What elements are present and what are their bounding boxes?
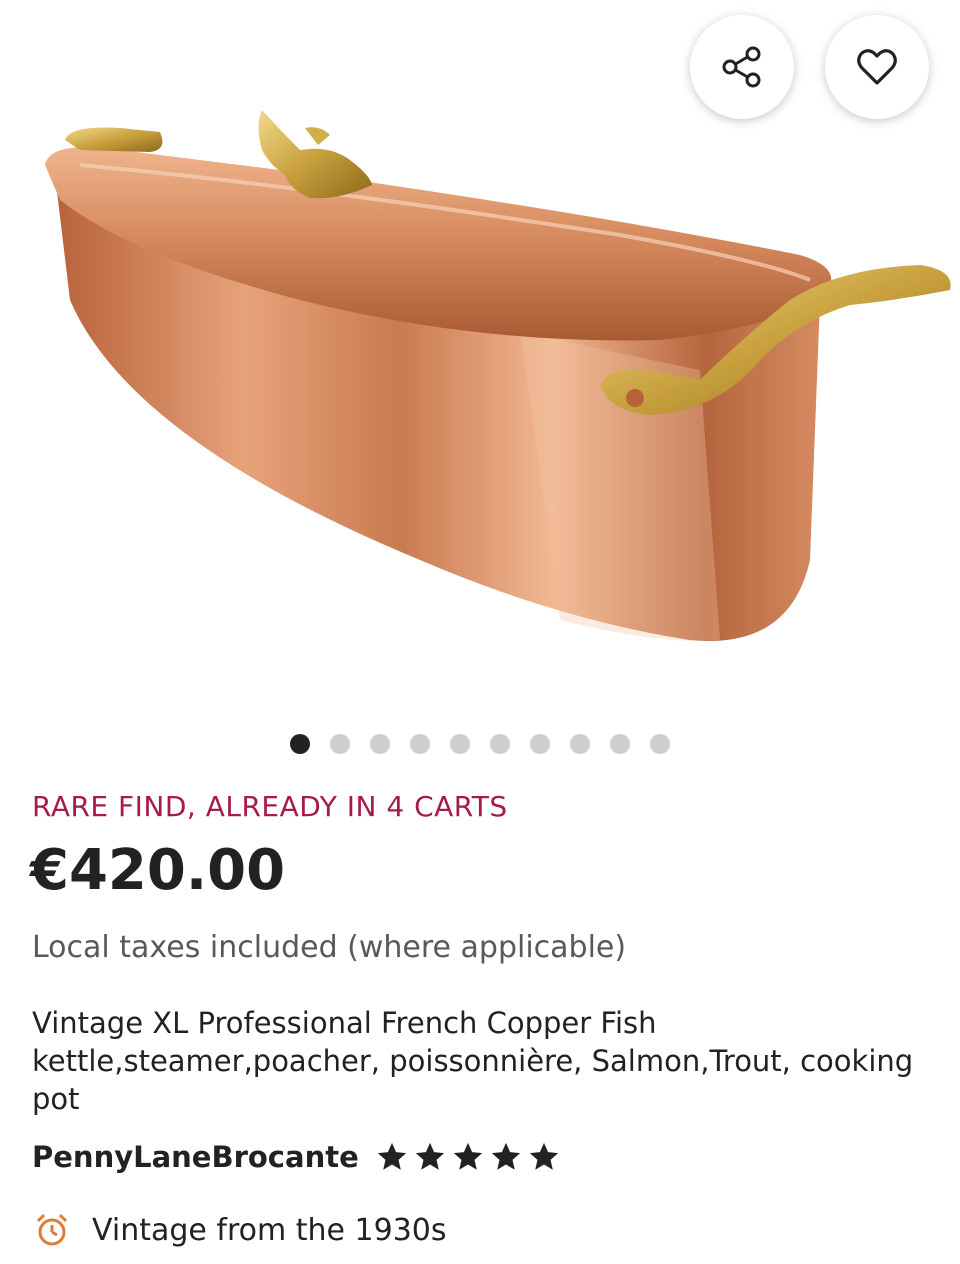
star-icon: [415, 1142, 444, 1170]
product-image-gallery[interactable]: [0, 0, 960, 720]
product-page: RARE FIND, ALREADY IN 4 CARTS €420.00 Lo…: [0, 0, 960, 1264]
heart-icon: [857, 49, 897, 85]
carousel-dot[interactable]: [650, 734, 670, 754]
share-button[interactable]: [690, 15, 794, 119]
vintage-text: Vintage from the 1930s: [92, 1212, 447, 1248]
rare-find-badge: RARE FIND, ALREADY IN 4 CARTS: [32, 790, 508, 823]
carousel-dot[interactable]: [530, 734, 550, 754]
vintage-info: Vintage from the 1930s: [34, 1212, 447, 1248]
carousel-dot[interactable]: [450, 734, 470, 754]
carousel-dot[interactable]: [410, 734, 430, 754]
shop-rating[interactable]: [375, 1140, 561, 1174]
tax-note: Local taxes included (where applicable): [32, 930, 627, 965]
listing-title: Vintage XL Professional French Copper Fi…: [32, 1006, 914, 1116]
product-image[interactable]: [0, 0, 960, 720]
carousel-dot[interactable]: [610, 734, 630, 754]
star-icon: [377, 1142, 406, 1170]
carousel-dots: [290, 734, 670, 754]
carousel-dot[interactable]: [570, 734, 590, 754]
carousel-dot[interactable]: [290, 734, 310, 754]
star-icon: [453, 1142, 482, 1170]
carousel-dot[interactable]: [490, 734, 510, 754]
star-icon: [491, 1142, 520, 1170]
alarm-clock-icon: [36, 1213, 68, 1246]
carousel-dot[interactable]: [370, 734, 390, 754]
share-icon: [722, 46, 761, 88]
carousel-dot[interactable]: [330, 734, 350, 754]
favorite-button[interactable]: [825, 15, 929, 119]
star-icon: [529, 1142, 558, 1170]
price: €420.00: [30, 838, 286, 903]
shop-row: PennyLaneBrocante: [32, 1140, 561, 1174]
shop-name-link[interactable]: PennyLaneBrocante: [32, 1140, 359, 1174]
